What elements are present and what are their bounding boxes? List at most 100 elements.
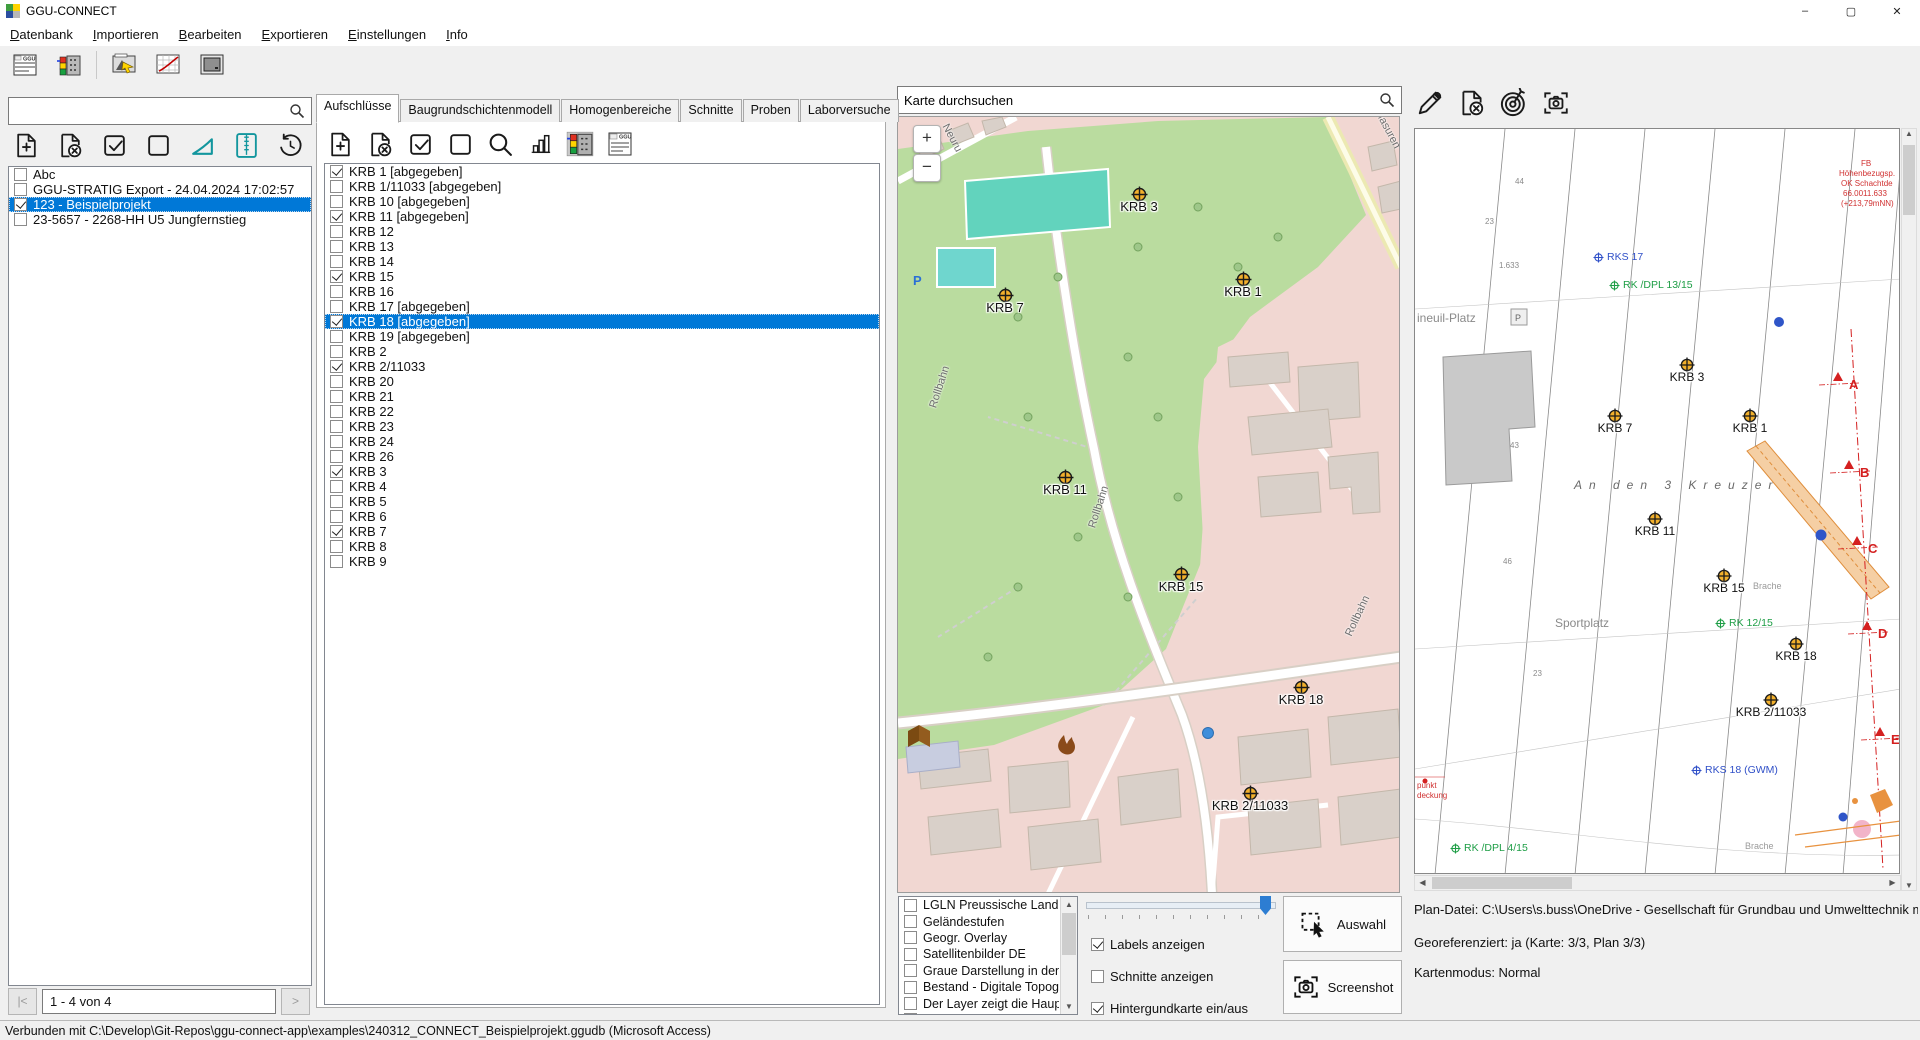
krb-checkbox[interactable] bbox=[330, 255, 343, 268]
map-option[interactable]: Labels anzeigen bbox=[1086, 936, 1293, 952]
krb-list-item[interactable]: KRB 12 bbox=[325, 224, 879, 239]
map-option[interactable]: Schnitte anzeigen bbox=[1086, 968, 1293, 984]
krb-checkbox[interactable] bbox=[330, 450, 343, 463]
menu-item[interactable]: Einstellungen bbox=[338, 24, 436, 45]
krb-checkbox[interactable] bbox=[330, 315, 343, 328]
option-checkbox[interactable] bbox=[1091, 1002, 1104, 1015]
krb-checkbox[interactable] bbox=[330, 345, 343, 358]
screenshot-camera-icon[interactable] bbox=[1538, 86, 1574, 120]
krb-list-item[interactable]: KRB 4 bbox=[325, 479, 879, 494]
minimize-button[interactable]: – bbox=[1782, 0, 1828, 22]
layer-checkbox[interactable] bbox=[904, 981, 917, 994]
slider-thumb[interactable] bbox=[1260, 896, 1271, 915]
plan-marker[interactable]: KRB 7 bbox=[1607, 408, 1623, 427]
screen-icon[interactable] bbox=[191, 48, 233, 83]
layer-item[interactable]: NWS bbox=[899, 1012, 1061, 1015]
search-icon[interactable] bbox=[482, 127, 518, 161]
krb-list-item[interactable]: KRB 5 bbox=[325, 494, 879, 509]
layer-checkbox[interactable] bbox=[904, 1013, 917, 1015]
krb-list-item[interactable]: KRB 17 [abgegeben] bbox=[325, 299, 879, 314]
add-document-icon[interactable] bbox=[322, 127, 358, 161]
delete-document-icon[interactable] bbox=[52, 128, 88, 162]
krb-checkbox[interactable] bbox=[330, 300, 343, 313]
krb-checkbox[interactable] bbox=[330, 225, 343, 238]
selection-button[interactable]: Auswahl bbox=[1283, 896, 1402, 952]
map-search-input[interactable] bbox=[898, 93, 1379, 108]
bar-chart-icon[interactable] bbox=[522, 127, 558, 161]
slider-track[interactable] bbox=[1086, 902, 1276, 909]
krb-list-item[interactable]: KRB 26 bbox=[325, 449, 879, 464]
archive-book-icon[interactable] bbox=[228, 128, 264, 162]
layer-checkbox[interactable] bbox=[904, 964, 917, 977]
tab[interactable]: Proben bbox=[743, 99, 799, 122]
project-checkbox[interactable] bbox=[14, 198, 27, 211]
krb-list-item[interactable]: KRB 14 bbox=[325, 254, 879, 269]
tab[interactable]: Baugrundschichtenmodell bbox=[400, 99, 560, 122]
menu-item[interactable]: Datenbank bbox=[0, 24, 83, 45]
scroll-thumb[interactable] bbox=[1903, 145, 1915, 215]
project-list-item[interactable]: Abc bbox=[9, 167, 311, 182]
krb-list-item[interactable]: KRB 19 [abgegeben] bbox=[325, 329, 879, 344]
krb-checkbox[interactable] bbox=[330, 285, 343, 298]
krb-list-item[interactable]: KRB 6 bbox=[325, 509, 879, 524]
plan-marker[interactable]: KRB 18 bbox=[1788, 636, 1804, 655]
krb-checkbox[interactable] bbox=[330, 210, 343, 223]
diagram-grid-icon[interactable] bbox=[147, 48, 189, 83]
krb-checkbox[interactable] bbox=[330, 525, 343, 538]
scroll-down-icon[interactable]: ▼ bbox=[1902, 881, 1916, 890]
plan-canvas[interactable]: P bbox=[1414, 128, 1900, 874]
krb-list-item[interactable]: KRB 20 bbox=[325, 374, 879, 389]
krb-checkbox[interactable] bbox=[330, 510, 343, 523]
map-zoom-out-button[interactable]: − bbox=[913, 154, 941, 182]
layer-item[interactable]: LGLN Preussische Lande bbox=[899, 897, 1061, 913]
scroll-thumb[interactable] bbox=[1062, 913, 1076, 955]
layer-item[interactable]: Satellitenbilder DE bbox=[899, 946, 1061, 962]
krb-checkbox[interactable] bbox=[330, 165, 343, 178]
first-page-button[interactable]: |< bbox=[8, 988, 37, 1015]
layer-checkbox[interactable] bbox=[904, 997, 917, 1010]
krb-checkbox[interactable] bbox=[330, 405, 343, 418]
target-icon[interactable] bbox=[1496, 86, 1532, 120]
ggu-list-icon[interactable]: GGU bbox=[602, 127, 638, 161]
krb-list-item[interactable]: KRB 10 [abgegeben] bbox=[325, 194, 879, 209]
map-marker[interactable]: KRB 11 bbox=[1057, 469, 1074, 489]
krb-list-item[interactable]: KRB 3 bbox=[325, 464, 879, 479]
krb-list-item[interactable]: KRB 23 bbox=[325, 419, 879, 434]
slope-triangle-icon[interactable] bbox=[184, 128, 220, 162]
layer-checkbox[interactable] bbox=[904, 931, 917, 944]
scroll-right-icon[interactable]: ▶ bbox=[1885, 876, 1900, 890]
layer-checkbox[interactable] bbox=[904, 915, 917, 928]
scroll-left-icon[interactable]: ◀ bbox=[1415, 876, 1430, 890]
krb-checkbox[interactable] bbox=[330, 330, 343, 343]
plan-marker[interactable]: KRB 3 bbox=[1679, 357, 1695, 376]
next-page-button[interactable]: > bbox=[281, 988, 310, 1015]
project-checkbox[interactable] bbox=[14, 213, 27, 226]
krb-list-item[interactable]: KRB 24 bbox=[325, 434, 879, 449]
krb-checkbox[interactable] bbox=[330, 495, 343, 508]
project-search-input[interactable] bbox=[9, 104, 289, 119]
scroll-down-icon[interactable]: ▼ bbox=[1061, 999, 1077, 1014]
plan-vertical-scrollbar[interactable]: ▲ ▼ bbox=[1901, 128, 1917, 891]
krb-checkbox[interactable] bbox=[330, 180, 343, 193]
check-all-icon[interactable] bbox=[402, 127, 438, 161]
scroll-up-icon[interactable]: ▲ bbox=[1902, 129, 1916, 138]
add-document-icon[interactable] bbox=[8, 128, 44, 162]
plan-marker[interactable]: KRB 2/11033 bbox=[1763, 692, 1779, 711]
layer-item[interactable]: Bestand - Digitale Topog bbox=[899, 979, 1061, 995]
krb-list-item[interactable]: KRB 18 [abgegeben] bbox=[325, 314, 879, 329]
layer-scrollbar[interactable]: ▲ ▼ bbox=[1060, 897, 1077, 1014]
layer-checkbox[interactable] bbox=[904, 948, 917, 961]
krb-checkbox[interactable] bbox=[330, 555, 343, 568]
krb-list-item[interactable]: KRB 13 bbox=[325, 239, 879, 254]
krb-list-item[interactable]: KRB 15 bbox=[325, 269, 879, 284]
presentation-icon[interactable] bbox=[103, 48, 145, 83]
project-list-item[interactable]: 123 - Beispielprojekt bbox=[9, 197, 311, 212]
uncheck-all-icon[interactable] bbox=[442, 127, 478, 161]
krb-list-item[interactable]: KRB 21 bbox=[325, 389, 879, 404]
krb-list-item[interactable]: KRB 9 bbox=[325, 554, 879, 569]
borehole-building-icon[interactable] bbox=[562, 127, 598, 161]
krb-list-item[interactable]: KRB 7 bbox=[325, 524, 879, 539]
krb-list-item[interactable]: KRB 22 bbox=[325, 404, 879, 419]
map-marker[interactable]: KRB 15 bbox=[1173, 566, 1190, 586]
maximize-button[interactable]: ▢ bbox=[1828, 0, 1874, 22]
